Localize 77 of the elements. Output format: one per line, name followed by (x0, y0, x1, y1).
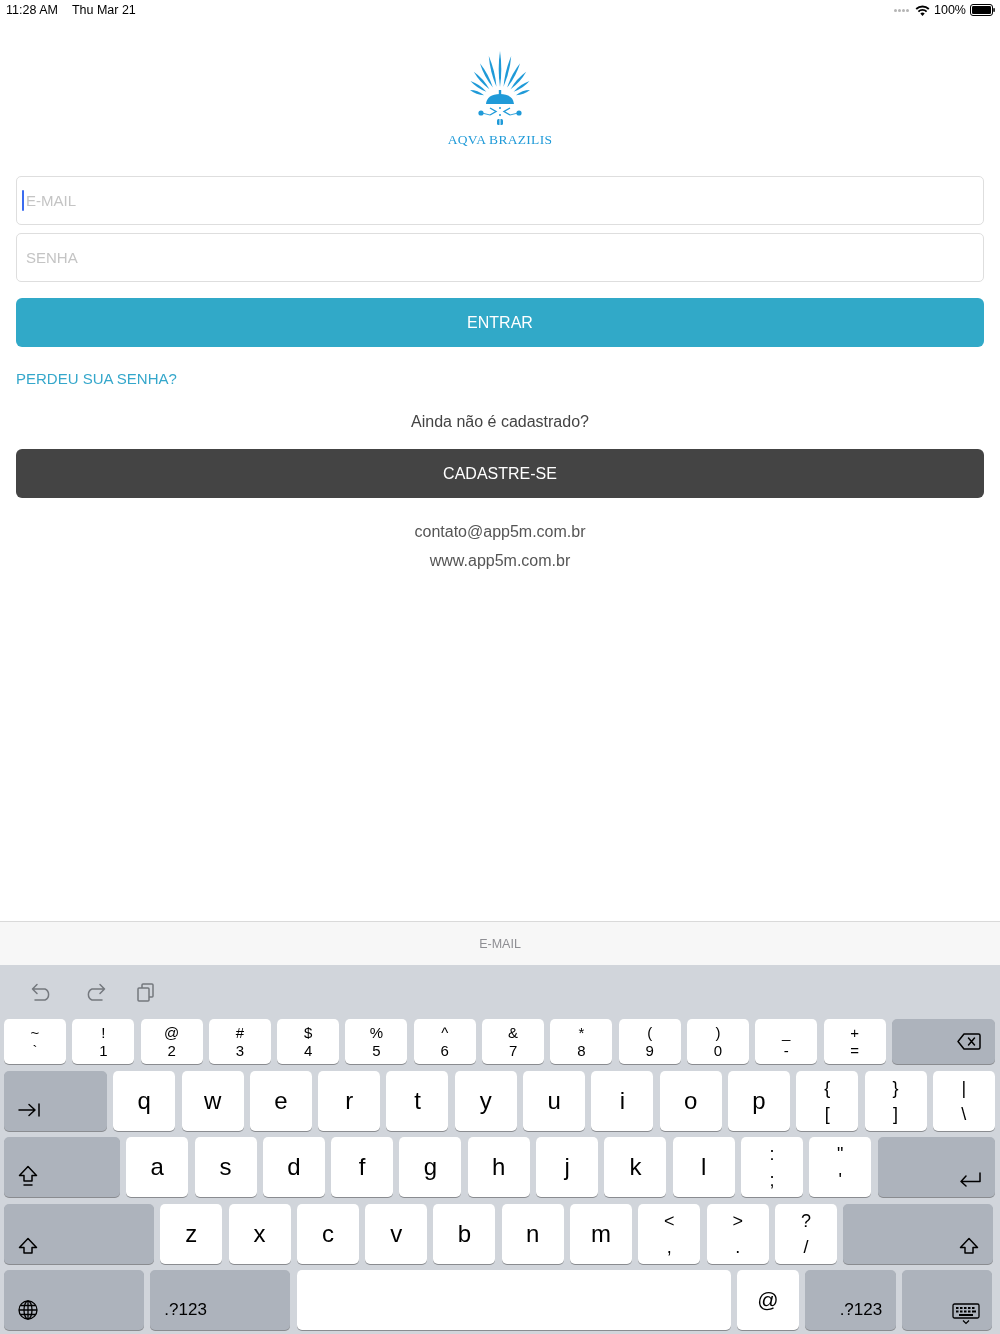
contact-website: www.app5m.com.br (429, 551, 571, 571)
globe-icon (18, 1300, 38, 1320)
keyboard-key[interactable]: | \ (932, 1070, 995, 1131)
backspace-icon (956, 1033, 981, 1050)
keyboard-key[interactable]: ~ ` (4, 1019, 66, 1064)
keyboard-key[interactable]: ) 0 (686, 1019, 749, 1064)
keyboard-key[interactable]: ? / (774, 1203, 837, 1264)
keyboard-key[interactable]: o (659, 1070, 722, 1131)
keyboard-key[interactable]: x (228, 1203, 291, 1264)
keyboard-key[interactable]: v (365, 1203, 428, 1264)
keyboard-key[interactable]: z (160, 1203, 223, 1264)
contact-email: contato@app5m.com.br (414, 522, 586, 542)
battery-percentage: 100% (934, 3, 966, 17)
keyboard-key[interactable]: y (454, 1070, 517, 1131)
signup-button[interactable]: CADASTRE-SE (16, 449, 984, 498)
keyboard-key[interactable]: i (591, 1070, 654, 1131)
shift-icon (959, 1236, 980, 1254)
copy-icon[interactable] (137, 982, 154, 1002)
shift-key[interactable] (843, 1203, 994, 1264)
tab-icon (18, 1102, 40, 1117)
keyboard-key[interactable]: ^ 6 (413, 1019, 476, 1064)
keyboard-key[interactable]: d (262, 1137, 325, 1197)
status-time: 11:28 AM (6, 3, 58, 17)
keyboard-key[interactable]: } ] (864, 1070, 927, 1131)
status-date: Thu Mar 21 (71, 3, 136, 17)
keyboard-key[interactable]: g (399, 1137, 462, 1197)
keyboard-key[interactable]: a (126, 1137, 189, 1197)
keyboard-key[interactable]: ! 1 (72, 1019, 135, 1064)
battery-icon (970, 4, 995, 16)
numbers-key[interactable]: .?123 (150, 1270, 291, 1330)
keyboard-key[interactable]: + = (823, 1019, 886, 1064)
keyboard-key[interactable]: @ (736, 1270, 799, 1330)
keyboard-key[interactable]: " ' (809, 1137, 872, 1197)
keyboard-key[interactable]: _ - (755, 1019, 818, 1064)
keyboard-key[interactable]: t (386, 1070, 449, 1131)
keyboard-dismiss-key[interactable] (902, 1270, 993, 1330)
globe-key[interactable] (4, 1270, 144, 1330)
caps-lock-icon (18, 1165, 38, 1187)
keyboard-key[interactable]: l (672, 1137, 735, 1197)
keyboard-key[interactable]: e (249, 1070, 312, 1131)
keyboard-key[interactable]: < , (638, 1203, 701, 1264)
keyboard-key[interactable]: { [ (796, 1070, 859, 1131)
keyboard-key[interactable]: r (318, 1070, 381, 1131)
keyboard-key[interactable]: & 7 (482, 1019, 545, 1064)
keyboard-key[interactable]: k (604, 1137, 667, 1197)
keyboard-key[interactable]: > . (706, 1203, 769, 1264)
shift-icon (18, 1236, 38, 1254)
numbers-key[interactable]: .?123 (805, 1270, 897, 1330)
keyboard-key[interactable]: n (501, 1203, 564, 1264)
keyboard-key[interactable]: @ 2 (140, 1019, 203, 1064)
keyboard-key[interactable]: # 3 (208, 1019, 271, 1064)
keyboard-key[interactable]: * 8 (550, 1019, 613, 1064)
keyboard-key[interactable]: q (113, 1070, 176, 1131)
keyboard-key[interactable]: f (331, 1137, 394, 1197)
keyboard-key[interactable]: w (181, 1070, 244, 1131)
email-field[interactable]: E-MAIL (16, 176, 984, 225)
keyboard-key[interactable]: h (467, 1137, 530, 1197)
signal-dots-icon (894, 8, 909, 12)
wifi-icon (915, 4, 930, 16)
keyboard-key[interactable]: : ; (740, 1137, 803, 1197)
keyboard-key[interactable]: m (570, 1203, 633, 1264)
return-icon (958, 1172, 981, 1187)
keyboard-key[interactable]: % 5 (345, 1019, 408, 1064)
keyboard-key[interactable]: u (523, 1070, 586, 1131)
field-label: E-MAIL (479, 936, 521, 951)
keyboard-key[interactable]: c (296, 1203, 359, 1264)
brand-name: AQVA BRAZILIS (447, 132, 553, 148)
keyboard-key[interactable]: p (727, 1070, 790, 1131)
keyboard-key[interactable]: $ 4 (277, 1019, 340, 1064)
keyboard-key[interactable]: b (433, 1203, 496, 1264)
signup-prompt: Ainda não é cadastrado? (411, 412, 589, 432)
delete-key[interactable] (891, 1019, 995, 1064)
keyboard-key[interactable]: j (536, 1137, 599, 1197)
keyboard-key[interactable]: ( 9 (618, 1019, 681, 1064)
password-field[interactable]: SENHA (16, 233, 984, 282)
keyboard-key[interactable]: s (194, 1137, 257, 1197)
keyboard-dismiss-icon (952, 1303, 981, 1325)
